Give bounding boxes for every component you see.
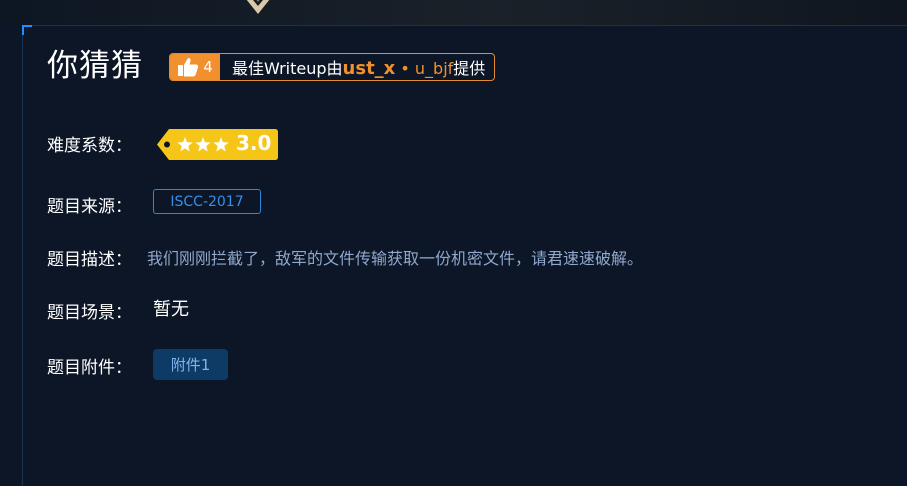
writeup-separator: • (395, 59, 415, 78)
writeup-user2-link[interactable]: u_bjf (415, 59, 453, 78)
best-writeup-badge[interactable]: 4 最佳Writeup由ust_x • u_bjf提供 (169, 53, 495, 81)
panel-corner-accent (22, 25, 32, 35)
like-button[interactable]: 4 (170, 54, 220, 80)
top-banner (0, 0, 907, 26)
source-label: 题目来源： (47, 197, 132, 217)
difficulty-value: 3.0 (236, 131, 272, 155)
thumbs-up-icon (178, 58, 199, 77)
ornament-icon (246, 0, 270, 14)
description-label: 题目描述： (47, 250, 132, 270)
writeup-user-link[interactable]: ust_x (343, 58, 396, 79)
writeup-suffix: 提供 (453, 59, 486, 78)
difficulty-label: 难度系数： (47, 136, 132, 156)
description-text: 我们刚刚拦截了，敌军的文件传输获取一份机密文件，请君速速破解。 (147, 249, 644, 268)
scene-value: 暂无 (153, 299, 189, 320)
like-count: 4 (203, 58, 213, 76)
attachment-download-button[interactable]: 附件1 (153, 349, 228, 380)
scene-label: 题目场景： (47, 303, 132, 323)
writeup-credit: 最佳Writeup由ust_x • u_bjf提供 (220, 55, 485, 79)
writeup-prefix: 最佳Writeup由 (232, 59, 343, 78)
attachment-label: 题目附件： (47, 358, 132, 378)
challenge-title: 你猜猜 (47, 48, 143, 84)
source-tag[interactable]: ISCC-2017 (153, 189, 261, 214)
